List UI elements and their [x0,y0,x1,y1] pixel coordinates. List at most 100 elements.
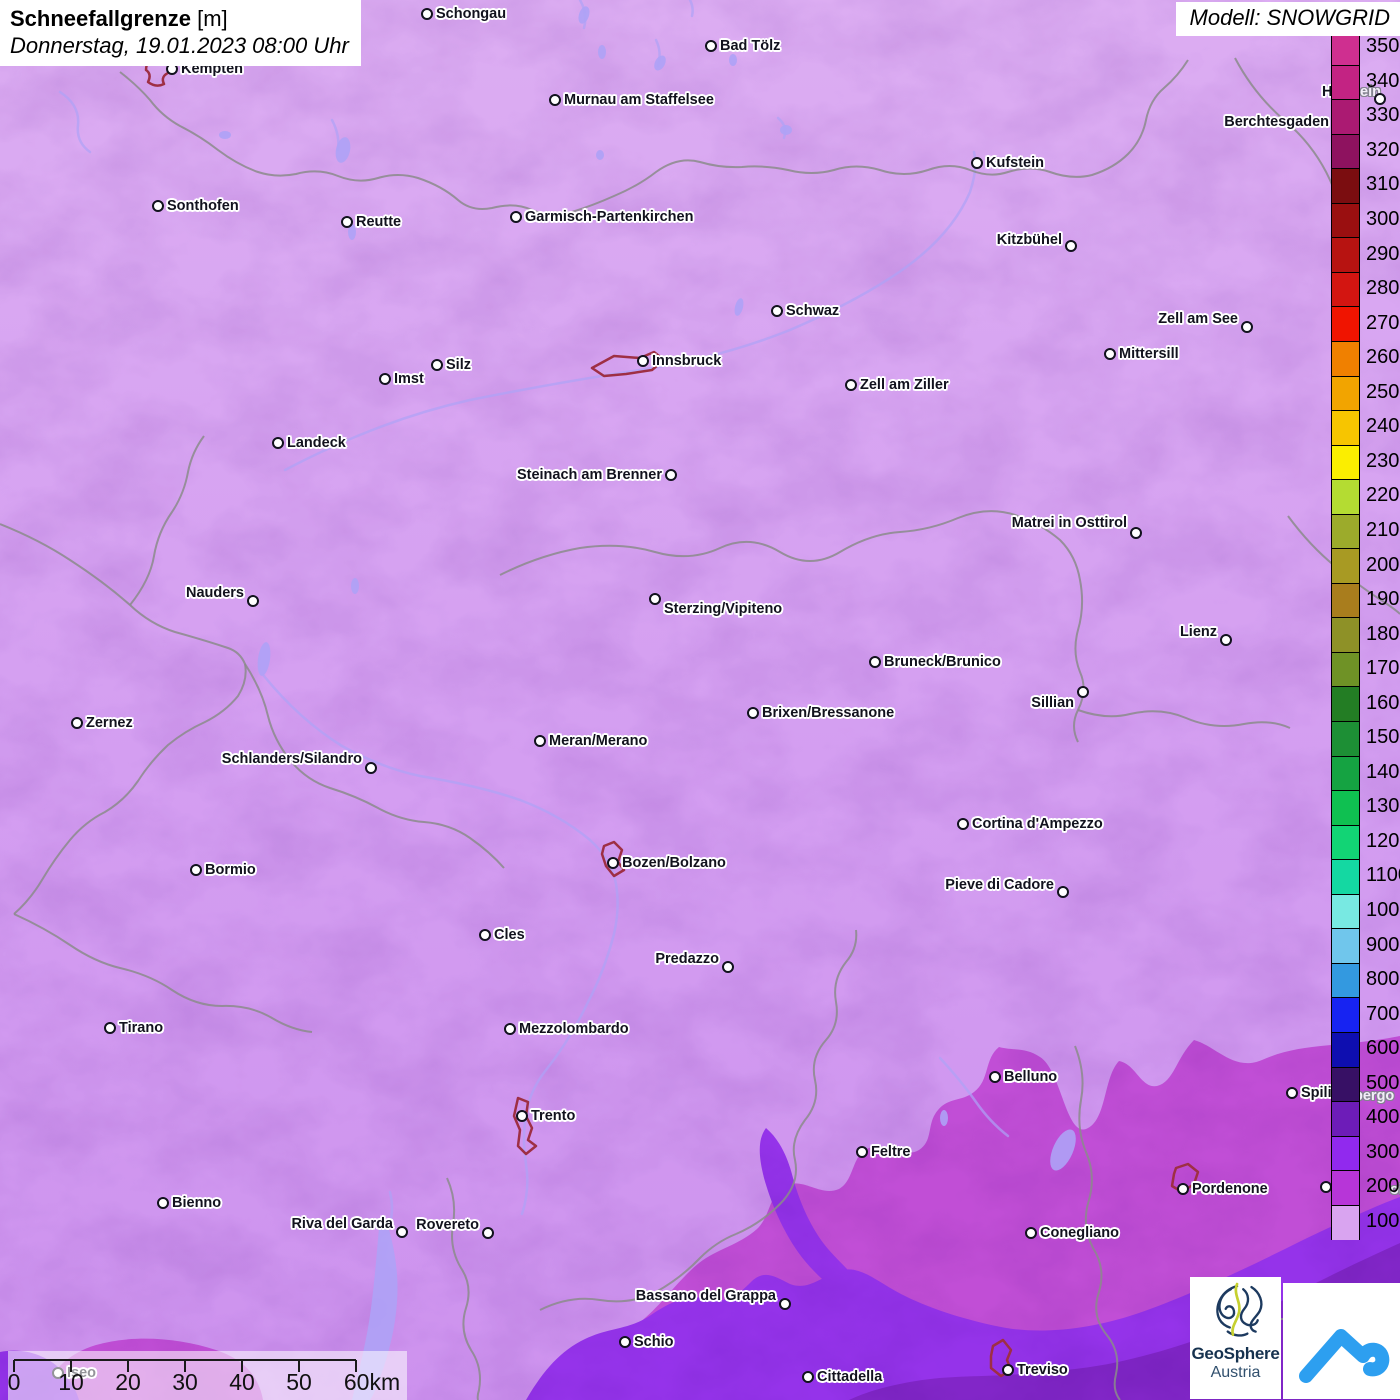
city-marker [1220,634,1232,646]
colorbar-tick-label: 800 [1366,968,1400,991]
city-label: Schlanders/Silandro [221,751,362,767]
scale-label: 30 [172,1369,198,1395]
colorbar-tick-label: 1600 [1366,691,1400,714]
colorbar-tick-label: 3300 [1366,104,1400,127]
snowfall-limit-map-product: Schongau Bad Tölz Kempten Murnau am Staffel… [0,0,1400,1400]
city-label: Lienz [1179,624,1217,640]
colorbar-cell [1332,1101,1359,1137]
city-marker [779,1298,791,1310]
city-label: Sillian [1031,695,1074,711]
colorbar-cell [1332,202,1359,239]
city-label: Sterzing/Vipiteno [664,601,783,617]
city-label: Bormio [205,862,256,878]
city-marker [152,200,164,212]
city-marker [619,1336,631,1348]
city-marker [971,157,983,169]
scale-label: 10 [58,1369,84,1395]
colorbar-tick-label: 2400 [1366,415,1400,438]
colorbar-tick-label: 1000 [1366,899,1400,922]
geosphere-logo: GeoSphere Austria [1190,1277,1281,1399]
colorbar-cell [1332,271,1359,308]
city-label: Mittersill [1119,346,1179,362]
city-marker [607,857,619,869]
scale-label: 50 [286,1369,312,1395]
colorbar-tick-label: 2600 [1366,346,1400,369]
colorbar-cell [1332,168,1359,204]
blue-mountain-icon [1298,1329,1389,1383]
city-label: Treviso [1017,1362,1068,1378]
city-label: Rovereto [416,1217,479,1233]
colorbar-tick-label: 1500 [1366,726,1400,749]
city-marker [157,1197,169,1209]
city-label: Reutte [356,214,402,230]
colorbar-tick-label: 1200 [1366,829,1400,852]
colorbar-cell [1332,721,1359,757]
colorbar-tick-label: 1100 [1366,864,1400,887]
city-label: Cles [494,927,525,943]
colorbar-cell [1332,824,1359,861]
city-label: Schio [634,1334,674,1350]
colorbar-cell [1332,928,1359,964]
colorbar-tick-label: 3400 [1366,69,1400,92]
colorbar-cell [1332,1135,1359,1172]
colorbar-tick-label: 2800 [1366,277,1400,300]
city-marker [665,469,677,481]
city-marker [649,593,661,605]
colorbar-cell [1332,1170,1359,1206]
city-label: Cortina d'Ampezzo [972,816,1103,832]
city-label: Brixen/Bressanone [762,705,895,721]
city-marker [1286,1087,1298,1099]
colorbar-cell [1332,1204,1359,1241]
city-label: Murnau am Staffelsee [564,92,714,108]
colorbar-tick-label: 400 [1366,1106,1400,1129]
city-label: Meran/Merano [549,733,648,749]
colorbar-cell [1332,997,1359,1033]
city-label: Tirano [119,1020,164,1036]
city-marker [504,1023,516,1035]
colorbar-cell [1332,548,1359,584]
colorbar-tick-label: 1400 [1366,760,1400,783]
colorbar-legend: 3500 3400 3300 3200 3100 3000 2900 2800 2700 2600… [1331,29,1400,1241]
city-label: Bruneck/Brunico [884,654,1001,670]
colorbar-cell [1332,617,1359,653]
city-label: Zernez [86,715,133,731]
city-marker [1057,886,1069,898]
scale-label: 40 [229,1369,255,1395]
city-label: Landeck [287,435,346,451]
colorbar-tick-label: 500 [1366,1071,1400,1094]
colorbar-cell [1332,1066,1359,1103]
colorbar-tick-label: 3200 [1366,138,1400,161]
city-marker [479,929,491,941]
city-marker [431,359,443,371]
colorbar-cell [1332,962,1359,999]
map-datetime: Donnerstag, 19.01.2023 08:00 Uhr [10,33,349,58]
colorbar-tick-label: 2100 [1366,519,1400,542]
colorbar-cell [1332,479,1359,515]
colorbar-cell [1332,340,1359,377]
title-box: Schneefallgrenze [m] Donnerstag, 19.01.2… [0,0,361,66]
city-label: Imst [394,371,424,387]
colorbar-cell [1332,893,1359,930]
colorbar-cell [1332,375,1359,412]
city-marker [1077,686,1089,698]
city-marker [516,1110,528,1122]
city-label: Schongau [436,6,507,22]
city-label: Sonthofen [167,198,239,214]
city-marker [771,305,783,317]
city-marker [510,211,522,223]
colorbar-cell [1332,1031,1359,1068]
geosphere-logo-text: GeoSphere [1191,1344,1280,1363]
colorbar-tick-label: 3100 [1366,173,1400,196]
city-marker [341,216,353,228]
city-marker [71,717,83,729]
city-label: Trento [531,1108,576,1124]
city-label: Bad Tölz [720,38,781,54]
city-marker [1241,321,1253,333]
model-label: Modell: SNOWGRID [1175,2,1400,36]
colorbar-tick-label: 2700 [1366,311,1400,334]
scale-bar: 0 10 20 30 40 50 60km [8,1351,407,1400]
city-marker [722,961,734,973]
city-label: Pieve di Cadore [945,877,1054,893]
colorbar-cell [1332,513,1359,550]
city-label: Garmisch-Partenkirchen [525,209,694,225]
